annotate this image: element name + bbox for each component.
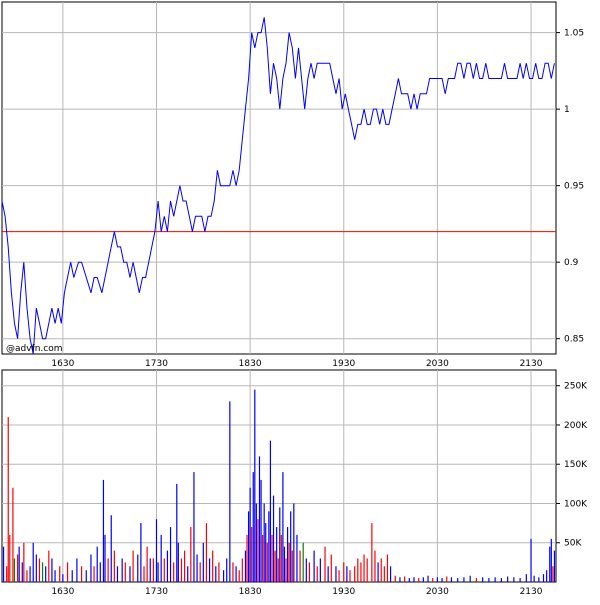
volume-x-tick-label: 2130 <box>520 587 543 597</box>
price-y-tick-label: 1.05 <box>564 29 584 39</box>
volume-gridlines <box>2 370 556 582</box>
price-x-tick-label: 1730 <box>145 359 168 369</box>
volume-x-tick-label: 1730 <box>145 587 168 597</box>
stock-chart: 0.85 0.9 0.95 1 1.05 1630 1730 1830 1930 2030 213… <box>0 0 600 600</box>
volume-panel: 50K 100K 150K 200K 250K 1630 1730 1830 1930 2030… <box>1 369 588 597</box>
price-x-tick-label: 1930 <box>332 359 355 369</box>
volume-x-tick-label: 2030 <box>426 587 449 597</box>
volume-bars <box>2 389 556 582</box>
watermark: @advfn.com <box>6 344 63 354</box>
price-y-tick-label: 0.85 <box>564 335 584 345</box>
chart-canvas: 0.85 0.9 0.95 1 1.05 1630 1730 1830 1930 2030 213… <box>1 1 588 597</box>
price-y-tick-labels: 0.85 0.9 0.95 1 1.05 <box>556 29 584 345</box>
volume-y-tick-label: 150K <box>564 460 588 470</box>
volume-y-tick-label: 200K <box>564 421 588 431</box>
price-panel-frame <box>1 1 557 355</box>
price-y-tick-label: 0.9 <box>564 258 579 268</box>
price-x-tick-label: 2030 <box>426 359 449 369</box>
price-gridlines <box>2 2 556 354</box>
volume-y-tick-label: 100K <box>564 499 588 509</box>
volume-x-tick-label: 1630 <box>51 587 74 597</box>
price-x-tick-label: 1830 <box>239 359 262 369</box>
price-panel: 0.85 0.9 0.95 1 1.05 1630 1730 1830 1930 2030 213… <box>1 1 584 369</box>
volume-y-tick-label: 250K <box>564 382 588 392</box>
volume-panel-frame <box>1 369 557 583</box>
volume-y-tick-label: 50K <box>564 539 582 549</box>
price-x-tick-label: 2130 <box>520 359 543 369</box>
volume-y-tick-labels: 50K 100K 150K 200K 250K <box>556 382 588 549</box>
volume-x-tick-labels: 1630 1730 1830 1930 2030 2130 <box>51 587 542 597</box>
price-y-tick-label: 1 <box>564 105 570 115</box>
volume-x-tick-label: 1830 <box>239 587 262 597</box>
price-y-tick-label: 0.95 <box>564 182 584 192</box>
volume-x-tick-label: 1930 <box>332 587 355 597</box>
price-x-tick-labels: 1630 1730 1830 1930 2030 2130 <box>51 359 542 369</box>
price-x-tick-label: 1630 <box>51 359 74 369</box>
